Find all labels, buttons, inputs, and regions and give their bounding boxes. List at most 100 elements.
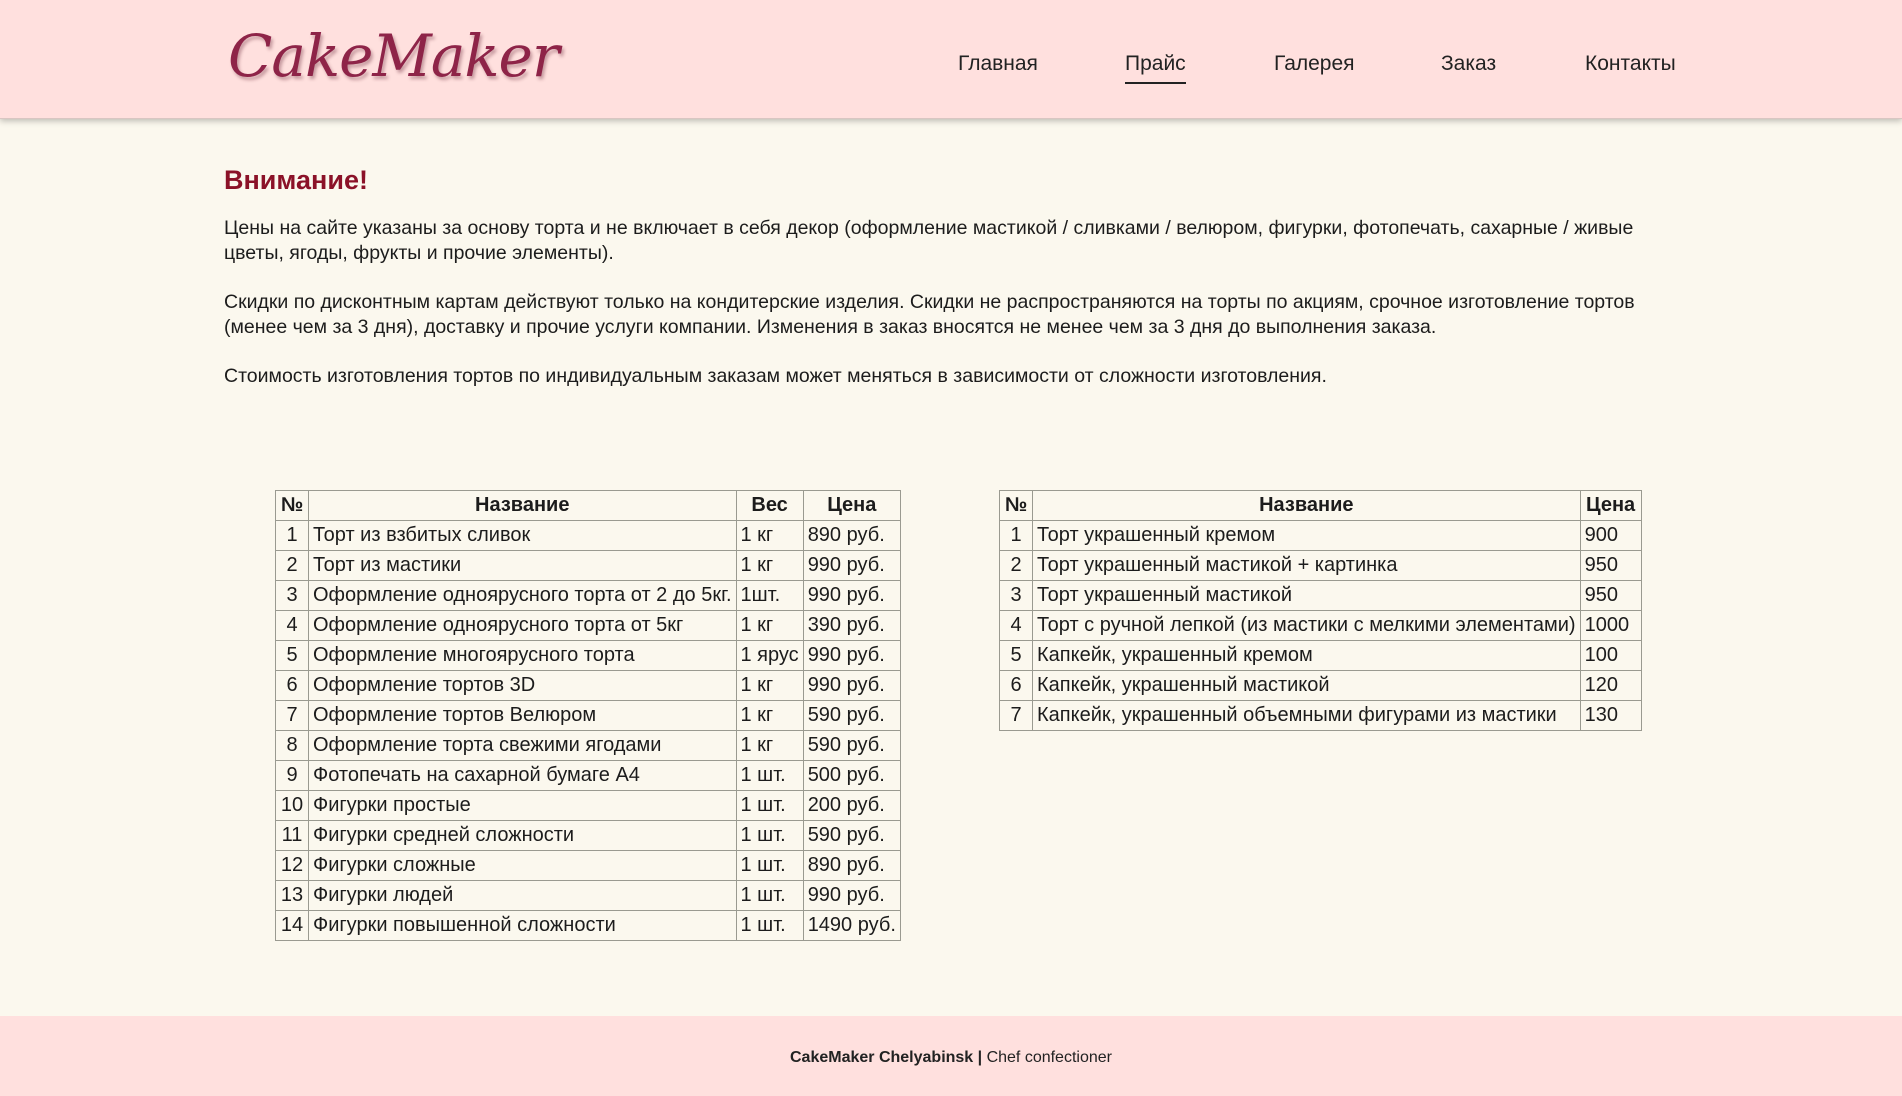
table-row: 13 Фигурки людей 1 шт. 990 руб. [275,880,901,911]
table-cell: Торт украшенный мастикой + картинка [1032,550,1581,581]
table-cell: 1 кг [735,730,804,761]
table-row: 7 Оформление тортов Велюром 1 кг 590 руб. [275,700,901,731]
table-row: 3 Оформление одноярусного торта от 2 до 5… [275,580,901,611]
table-row: 4 Оформление одноярусного торта от 5кг 1 к… [275,610,901,641]
table-cell: 4 [999,610,1033,641]
table-cell: Фигурки простые [308,790,737,821]
table-cell: Торт украшенный мастикой [1032,580,1581,611]
table-cell: Капкейк, украшенный мастикой [1032,670,1581,701]
table-cell: Оформление одноярусного торта от 2 до 5к… [308,580,737,611]
table-cell: 1 кг [735,550,804,581]
table-cell: 1 шт. [735,790,804,821]
column-header: № [275,490,309,521]
table-cell: 990 руб. [802,640,901,671]
table-cell: 100 [1579,640,1642,671]
table-cell: 9 [275,760,309,791]
table-row: 2 Торт украшенный мастикой + картинка 950 [999,550,1642,581]
table-row: 8 Оформление торта свежими ягодами 1 кг 590… [275,730,901,761]
table-cell: 890 руб. [802,850,901,881]
table-cell: 7 [999,700,1033,731]
table-cell: 10 [275,790,309,821]
footer-text: CakeMaker Chelyabinsk | Chef confectione… [0,1049,1902,1067]
table-cell: 1 шт. [735,760,804,791]
footer-tagline: Chef confectioner [982,1049,1112,1066]
table-cell: 12 [275,850,309,881]
table-cell: Фигурки средней сложности [308,820,737,851]
site-logo[interactable]: CakeMaker [228,22,560,90]
table-cell: 13 [275,880,309,911]
table-row: 12 Фигурки сложные 1 шт. 890 руб. [275,850,901,881]
table-cell: 500 руб. [802,760,901,791]
table-row: 6 Капкейк, украшенный мастикой 120 [999,670,1642,701]
nav-item-gallery[interactable]: Галерея [1274,52,1355,76]
table-cell: Торт с ручной лепкой (из мастики с мелки… [1032,610,1581,641]
table-cell: 2 [275,550,309,581]
column-header: Название [1032,490,1581,521]
table-cell: 2 [999,550,1033,581]
table-cell: 1 шт. [735,850,804,881]
table-row: 9 Фотопечать на сахарной бумаге А4 1 шт. 50… [275,760,901,791]
table-cell: Оформление торта свежими ягодами [308,730,737,761]
nav-item-home[interactable]: Главная [958,52,1038,76]
table-cell: 6 [999,670,1033,701]
table-cell: 3 [275,580,309,611]
table-cell: Торт украшенный кремом [1032,520,1581,551]
table-cell: 1000 [1579,610,1642,641]
table-cell: Оформление тортов 3D [308,670,737,701]
table-cell: 200 руб. [802,790,901,821]
table-cell: 890 руб. [802,520,901,551]
column-header: № [999,490,1033,521]
nav-item-order[interactable]: Заказ [1441,52,1496,76]
table-cell: 990 руб. [802,550,901,581]
table-row: 2 Торт из мастики 1 кг 990 руб. [275,550,901,581]
notice-paragraph: Скидки по дисконтным картам действуют то… [224,291,1635,338]
table-cell: 1 шт. [735,820,804,851]
table-cell: 1 кг [735,520,804,551]
table-cell: 1 кг [735,670,804,701]
table-row: 5 Оформление многоярусного торта 1 ярус 990… [275,640,901,671]
table-row: 1 Торт из взбитых сливок 1 кг 890 руб. [275,520,901,551]
table-row: 3 Торт украшенный мастикой 950 [999,580,1642,611]
table-cell: 590 руб. [802,730,901,761]
notice-section: Внимание! Цены на сайте указаны за основ… [224,165,1664,413]
table-cell: 990 руб. [802,880,901,911]
table-header-row: № Название Цена [999,490,1642,521]
nav-item-price[interactable]: Прайс [1125,52,1186,84]
site-header: CakeMaker Главная Прайс Галерея Заказ Ко… [0,0,1902,119]
table-cell: 950 [1579,550,1642,581]
table-cell: Капкейк, украшенный объемными фигурами и… [1032,700,1581,731]
table-row: 10 Фигурки простые 1 шт. 200 руб. [275,790,901,821]
table-cell: 11 [275,820,309,851]
table-cell: Фигурки повышенной сложности [308,910,737,941]
table-cell: 4 [275,610,309,641]
footer-brand: CakeMaker Chelyabinsk | [790,1049,983,1066]
table-cell: 14 [275,910,309,941]
nav-item-contacts[interactable]: Контакты [1585,52,1676,76]
table-cell: 130 [1579,700,1642,731]
price-table-decor: № Название Вес Цена 1 Торт из взбитых сли… [275,490,901,941]
site-footer: CakeMaker Chelyabinsk | Chef confectione… [0,1016,1902,1096]
table-cell: 120 [1579,670,1642,701]
table-cell: 6 [275,670,309,701]
table-cell: 3 [999,580,1033,611]
table-cell: 950 [1579,580,1642,611]
table-cell: Оформление многоярусного торта [308,640,737,671]
table-cell: Оформление одноярусного торта от 5кг [308,610,737,641]
table-header-row: № Название Вес Цена [275,490,901,521]
table-cell: 900 [1579,520,1642,551]
table-row: 11 Фигурки средней сложности 1 шт. 590 руб. [275,820,901,851]
notice-paragraph: Цены на сайте указаны за основу торта и … [224,217,1634,264]
table-row: 14 Фигурки повышенной сложности 1 шт. 1490 … [275,910,901,941]
notice-title: Внимание! [224,165,368,195]
table-cell: 1490 руб. [802,910,901,941]
table-cell: Капкейк, украшенный кремом [1032,640,1581,671]
table-cell: 8 [275,730,309,761]
table-cell: 1 [275,520,309,551]
table-cell: 1 [999,520,1033,551]
table-row: 1 Торт украшенный кремом 900 [999,520,1642,551]
table-cell: 390 руб. [802,610,901,641]
table-cell: 5 [999,640,1033,671]
column-header: Вес [735,490,804,521]
price-table-cakes: № Название Цена 1 Торт украшенный кремом 9… [999,490,1642,731]
column-header: Название [308,490,737,521]
